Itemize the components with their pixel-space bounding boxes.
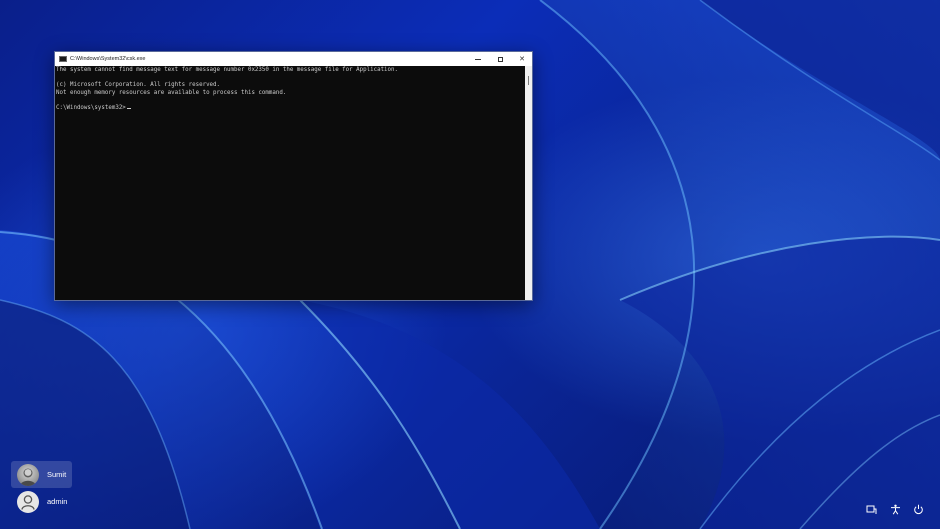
- user-name: admin: [47, 497, 68, 506]
- console-window[interactable]: C:\Windows\System32\csk.exe ✕ The system…: [54, 51, 533, 301]
- console-body[interactable]: The system cannot find message text for …: [55, 66, 525, 300]
- user-tile-sumit[interactable]: Sumit: [11, 461, 72, 488]
- minimize-icon: [475, 58, 481, 60]
- maximize-icon: [497, 56, 503, 62]
- network-icon[interactable]: [864, 502, 878, 516]
- power-glyph: [913, 504, 923, 514]
- accessibility-glyph: [890, 504, 900, 514]
- power-icon[interactable]: [911, 502, 925, 516]
- console-prompt-line[interactable]: C:\Windows\system32>: [55, 105, 525, 113]
- console-line: The system cannot find message text for …: [56, 67, 399, 73]
- network-glyph: [866, 505, 876, 514]
- console-app-icon: [59, 56, 67, 62]
- console-line: (c) Microsoft Corporation. All rights re…: [56, 82, 221, 89]
- scrollbar-thumb[interactable]: [528, 76, 529, 85]
- desktop: C:\Windows\System32\csk.exe ✕ The system…: [0, 0, 940, 529]
- close-icon: ✕: [519, 55, 525, 63]
- user-name: Sumit: [47, 470, 67, 479]
- photo-avatar: [17, 463, 39, 486]
- photo-avatar-icon: [20, 468, 36, 486]
- text-cursor: [126, 107, 131, 110]
- person-icon: [21, 494, 35, 510]
- accessibility-icon[interactable]: [888, 502, 902, 516]
- title-bar[interactable]: C:\Windows\System32\csk.exe ✕: [55, 52, 532, 66]
- minimize-button[interactable]: [467, 52, 489, 66]
- window-title: C:\Windows\System32\csk.exe: [70, 56, 146, 62]
- console-line: Not enough memory resources are availabl…: [56, 90, 287, 97]
- user-tile-admin[interactable]: admin: [11, 488, 72, 515]
- console-prompt: C:\Windows\system32>: [56, 105, 126, 112]
- maximize-button[interactable]: [489, 52, 511, 66]
- console-output: The system cannot find message text for …: [55, 66, 525, 113]
- default-person-icon: [17, 490, 39, 513]
- console-scrollbar[interactable]: [525, 66, 532, 300]
- close-button[interactable]: ✕: [511, 52, 533, 66]
